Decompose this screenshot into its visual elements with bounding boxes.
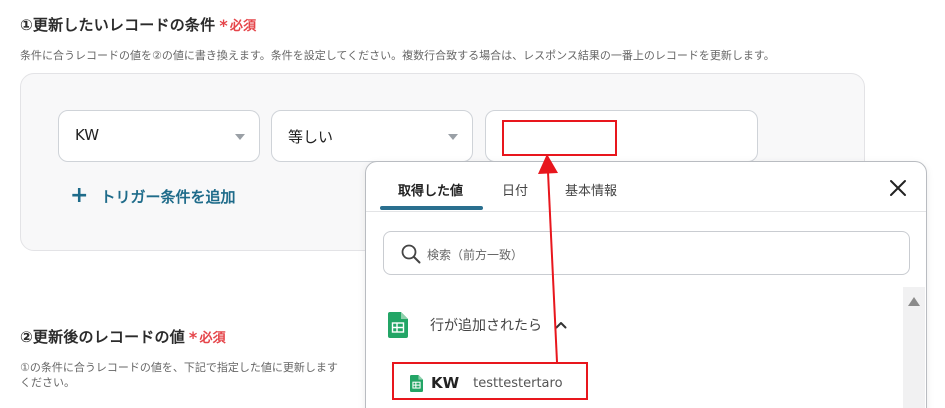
annotation-arrow-icon xyxy=(538,154,558,363)
